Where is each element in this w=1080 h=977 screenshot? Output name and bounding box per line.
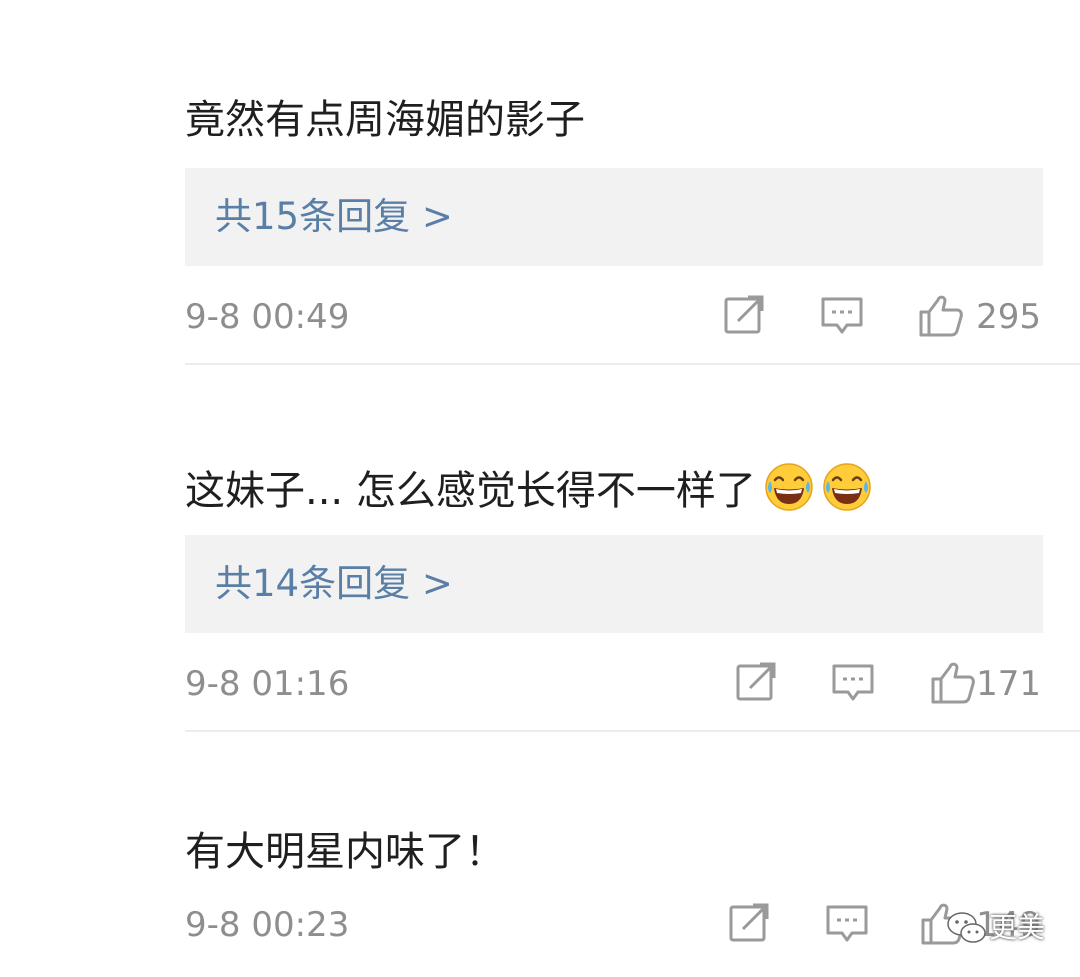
comment-meta-row: 9-8 00:49 295 xyxy=(185,292,1043,342)
comment-icon[interactable] xyxy=(819,292,865,338)
share-icon[interactable] xyxy=(733,659,779,705)
comment-text: 这妹子... 怎么感觉长得不一样了 xyxy=(185,468,756,514)
like-count: 295 xyxy=(976,297,1041,337)
comment-text: 竟然有点周海媚的影子 xyxy=(185,97,585,143)
comment-divider xyxy=(185,363,1080,365)
laughing-tears-emoji-icon xyxy=(764,462,814,512)
comment-divider xyxy=(185,730,1080,732)
comment-meta-row: 9-8 01:16 171 xyxy=(185,659,1043,709)
comment-text: 有大明星内味了！ xyxy=(185,829,505,875)
comment-icon[interactable] xyxy=(824,900,870,946)
comment-text-row: 这妹子... 怎么感觉长得不一样了 xyxy=(185,462,872,515)
reply-thread-box[interactable]: 共14条回复 > xyxy=(185,535,1043,633)
view-replies-link[interactable]: 共15条回复 > xyxy=(215,194,453,240)
wechat-logo-icon xyxy=(945,908,989,948)
reply-thread-box[interactable]: 共15条回复 > xyxy=(185,168,1043,266)
thumbs-up-icon[interactable] xyxy=(930,659,976,705)
watermark: 更美 xyxy=(945,904,1065,954)
comment-icon[interactable] xyxy=(830,659,876,705)
share-icon[interactable] xyxy=(721,292,767,338)
share-icon[interactable] xyxy=(726,900,772,946)
comment-meta-row: 9-8 00:23 149 xyxy=(185,900,1043,950)
watermark-text: 更美 xyxy=(989,911,1046,944)
laughing-tears-emoji-icon xyxy=(822,462,872,512)
comment-timestamp: 9-8 00:49 xyxy=(185,297,350,337)
comment-timestamp: 9-8 01:16 xyxy=(185,664,350,704)
thumbs-up-icon[interactable] xyxy=(918,292,964,338)
like-count: 171 xyxy=(976,664,1041,704)
view-replies-link[interactable]: 共14条回复 > xyxy=(215,561,453,607)
comment-timestamp: 9-8 00:23 xyxy=(185,905,350,945)
